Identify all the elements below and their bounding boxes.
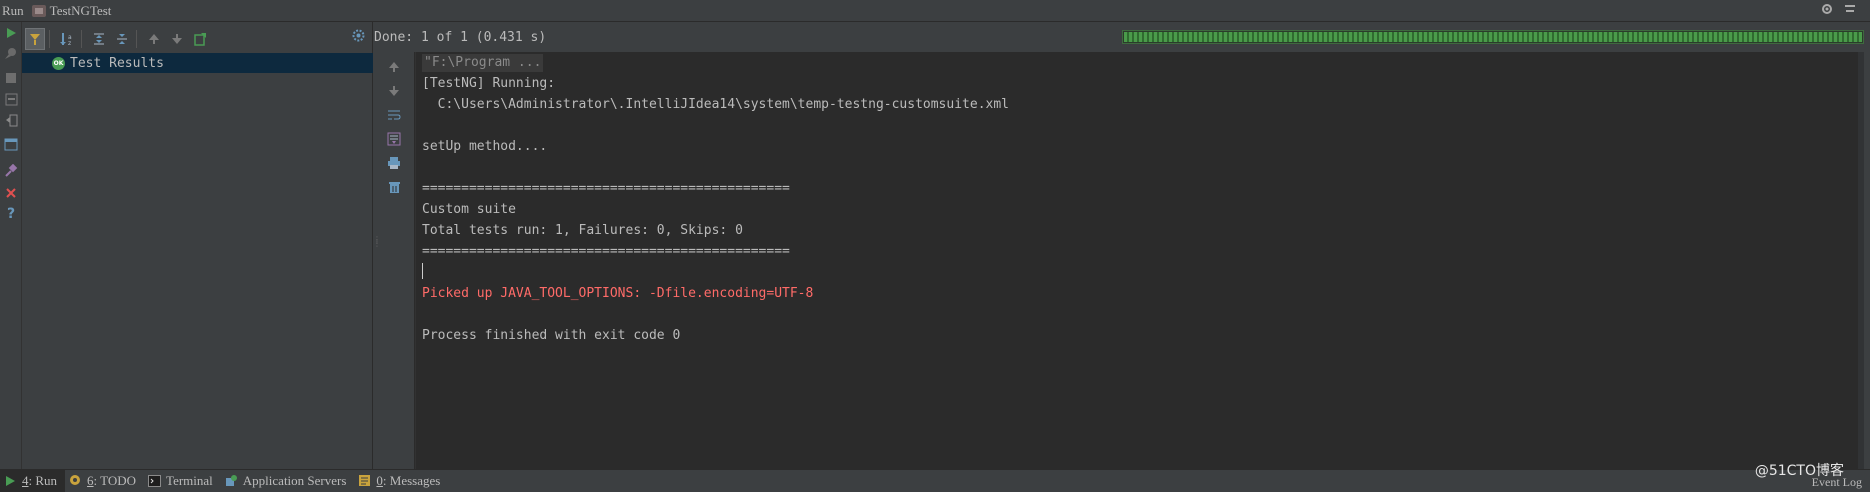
testng-config-icon [31,4,46,17]
tree-item-test-results[interactable]: OK Test Results [22,53,373,73]
console-line: setUp method.... [422,139,548,154]
event-log-button[interactable]: Event Log [1812,475,1862,490]
test-progress-bar [1122,30,1864,44]
tab-todo-label: : TODO [93,472,137,488]
tab-messages[interactable]: 0: Messages [354,470,448,492]
up-arrow-icon[interactable] [385,58,403,76]
tab-application-servers-label: Application Servers [242,472,347,488]
tab-terminal[interactable]: Terminal [144,470,221,492]
title-bar: Run TestNGTest [0,0,1870,22]
status-settings-icon[interactable] [351,28,366,46]
console-output[interactable]: "F:\Program ... [TestNG] Running: C:\Use… [415,52,1864,469]
run-icon [4,474,17,487]
console-line-separator: ========================================… [422,181,790,196]
svg-text:z: z [68,40,71,46]
dump-threads-icon[interactable] [2,90,20,108]
console-line-exit: Process finished with exit code 0 [422,328,681,343]
terminal-icon [148,474,162,487]
print-icon[interactable] [385,154,403,172]
tab-terminal-label: Terminal [166,472,213,488]
tree-item-label: Test Results [70,55,164,71]
console-toolbar [373,52,415,469]
application-servers-icon [225,474,238,487]
console-line-stderr: Picked up JAVA_TOOL_OPTIONS: -Dfile.enco… [422,286,814,301]
test-progress-fill [1124,32,1862,42]
tab-run-label: : Run [28,472,58,488]
exit-icon[interactable] [2,111,20,129]
collapse-all-icon[interactable] [112,28,132,50]
todo-icon [69,474,82,487]
expand-all-icon[interactable] [89,28,109,50]
test-passed-icon: OK [52,56,65,70]
console-line-command[interactable]: "F:\Program ... [422,54,544,72]
clear-all-icon[interactable] [385,178,403,196]
sort-alphabetically-icon[interactable]: az [57,28,77,50]
tab-run[interactable]: 4: Run [0,469,66,492]
hide-passed-icon[interactable] [25,28,45,50]
tab-application-servers[interactable]: Application Servers [221,470,355,492]
tree-toolbar: az [22,26,373,52]
console-line-separator: ========================================… [422,244,790,259]
soft-wrap-icon[interactable] [385,106,403,124]
stop-icon[interactable] [2,69,20,87]
test-status-text: Done: 1 of 1 (0.431 s) [374,29,547,45]
run-left-toolbar: ? [0,22,22,469]
hide-panel-icon[interactable] [1844,2,1856,20]
run-config-name: TestNGTest [49,2,112,18]
console-line-suite-path[interactable]: C:\Users\Administrator\.IntelliJIdea14\s… [422,96,1009,114]
close-icon[interactable] [2,184,20,202]
console-line: Custom suite [422,202,516,217]
restore-layout-icon[interactable] [2,135,20,153]
previous-failed-icon[interactable] [144,28,164,50]
help-icon[interactable]: ? [2,205,20,223]
tab-todo[interactable]: 6: TODO [65,470,144,492]
tool-window-bar: 4: Run 6: TODO Terminal Application Serv… [0,469,1870,492]
text-caret [422,263,423,279]
tab-messages-label: : Messages [382,472,441,488]
rerun-icon[interactable] [2,24,20,42]
test-status-row: Done: 1 of 1 (0.431 s) [351,26,546,48]
test-tree-panel: az OK Test Results [22,22,373,469]
splitter-handle[interactable]: ⋮ ⋮ [373,236,381,256]
messages-icon [358,474,371,487]
console-line: Total tests run: 1, Failures: 0, Skips: … [422,223,743,238]
next-failed-icon[interactable] [167,28,187,50]
run-tool-title: Run [2,2,24,18]
down-arrow-icon[interactable] [385,82,403,100]
scroll-to-end-icon[interactable] [385,130,403,148]
console-line: [TestNG] Running: [422,76,556,91]
console-scrollbar[interactable] [1858,52,1864,469]
settings-gear-icon[interactable] [1820,2,1834,20]
rerun-failed-icon[interactable] [2,44,20,62]
pin-icon[interactable] [2,162,20,180]
export-results-icon[interactable] [190,28,210,50]
